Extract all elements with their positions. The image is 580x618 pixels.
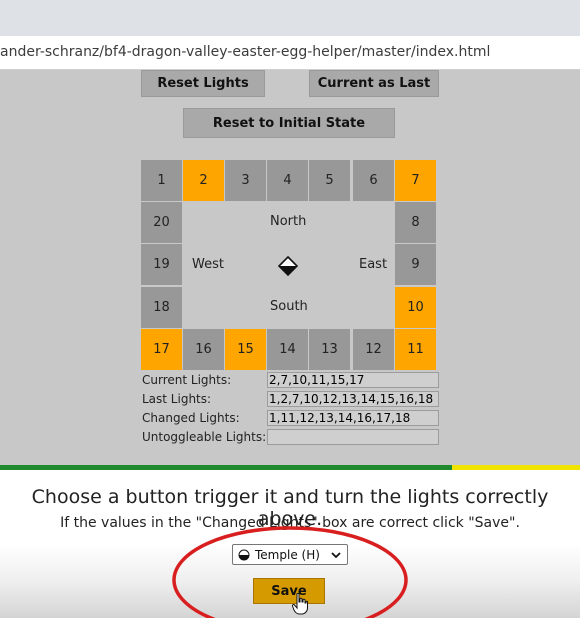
hand-cursor-icon	[292, 593, 308, 615]
red-annotation-ellipse	[172, 526, 408, 618]
